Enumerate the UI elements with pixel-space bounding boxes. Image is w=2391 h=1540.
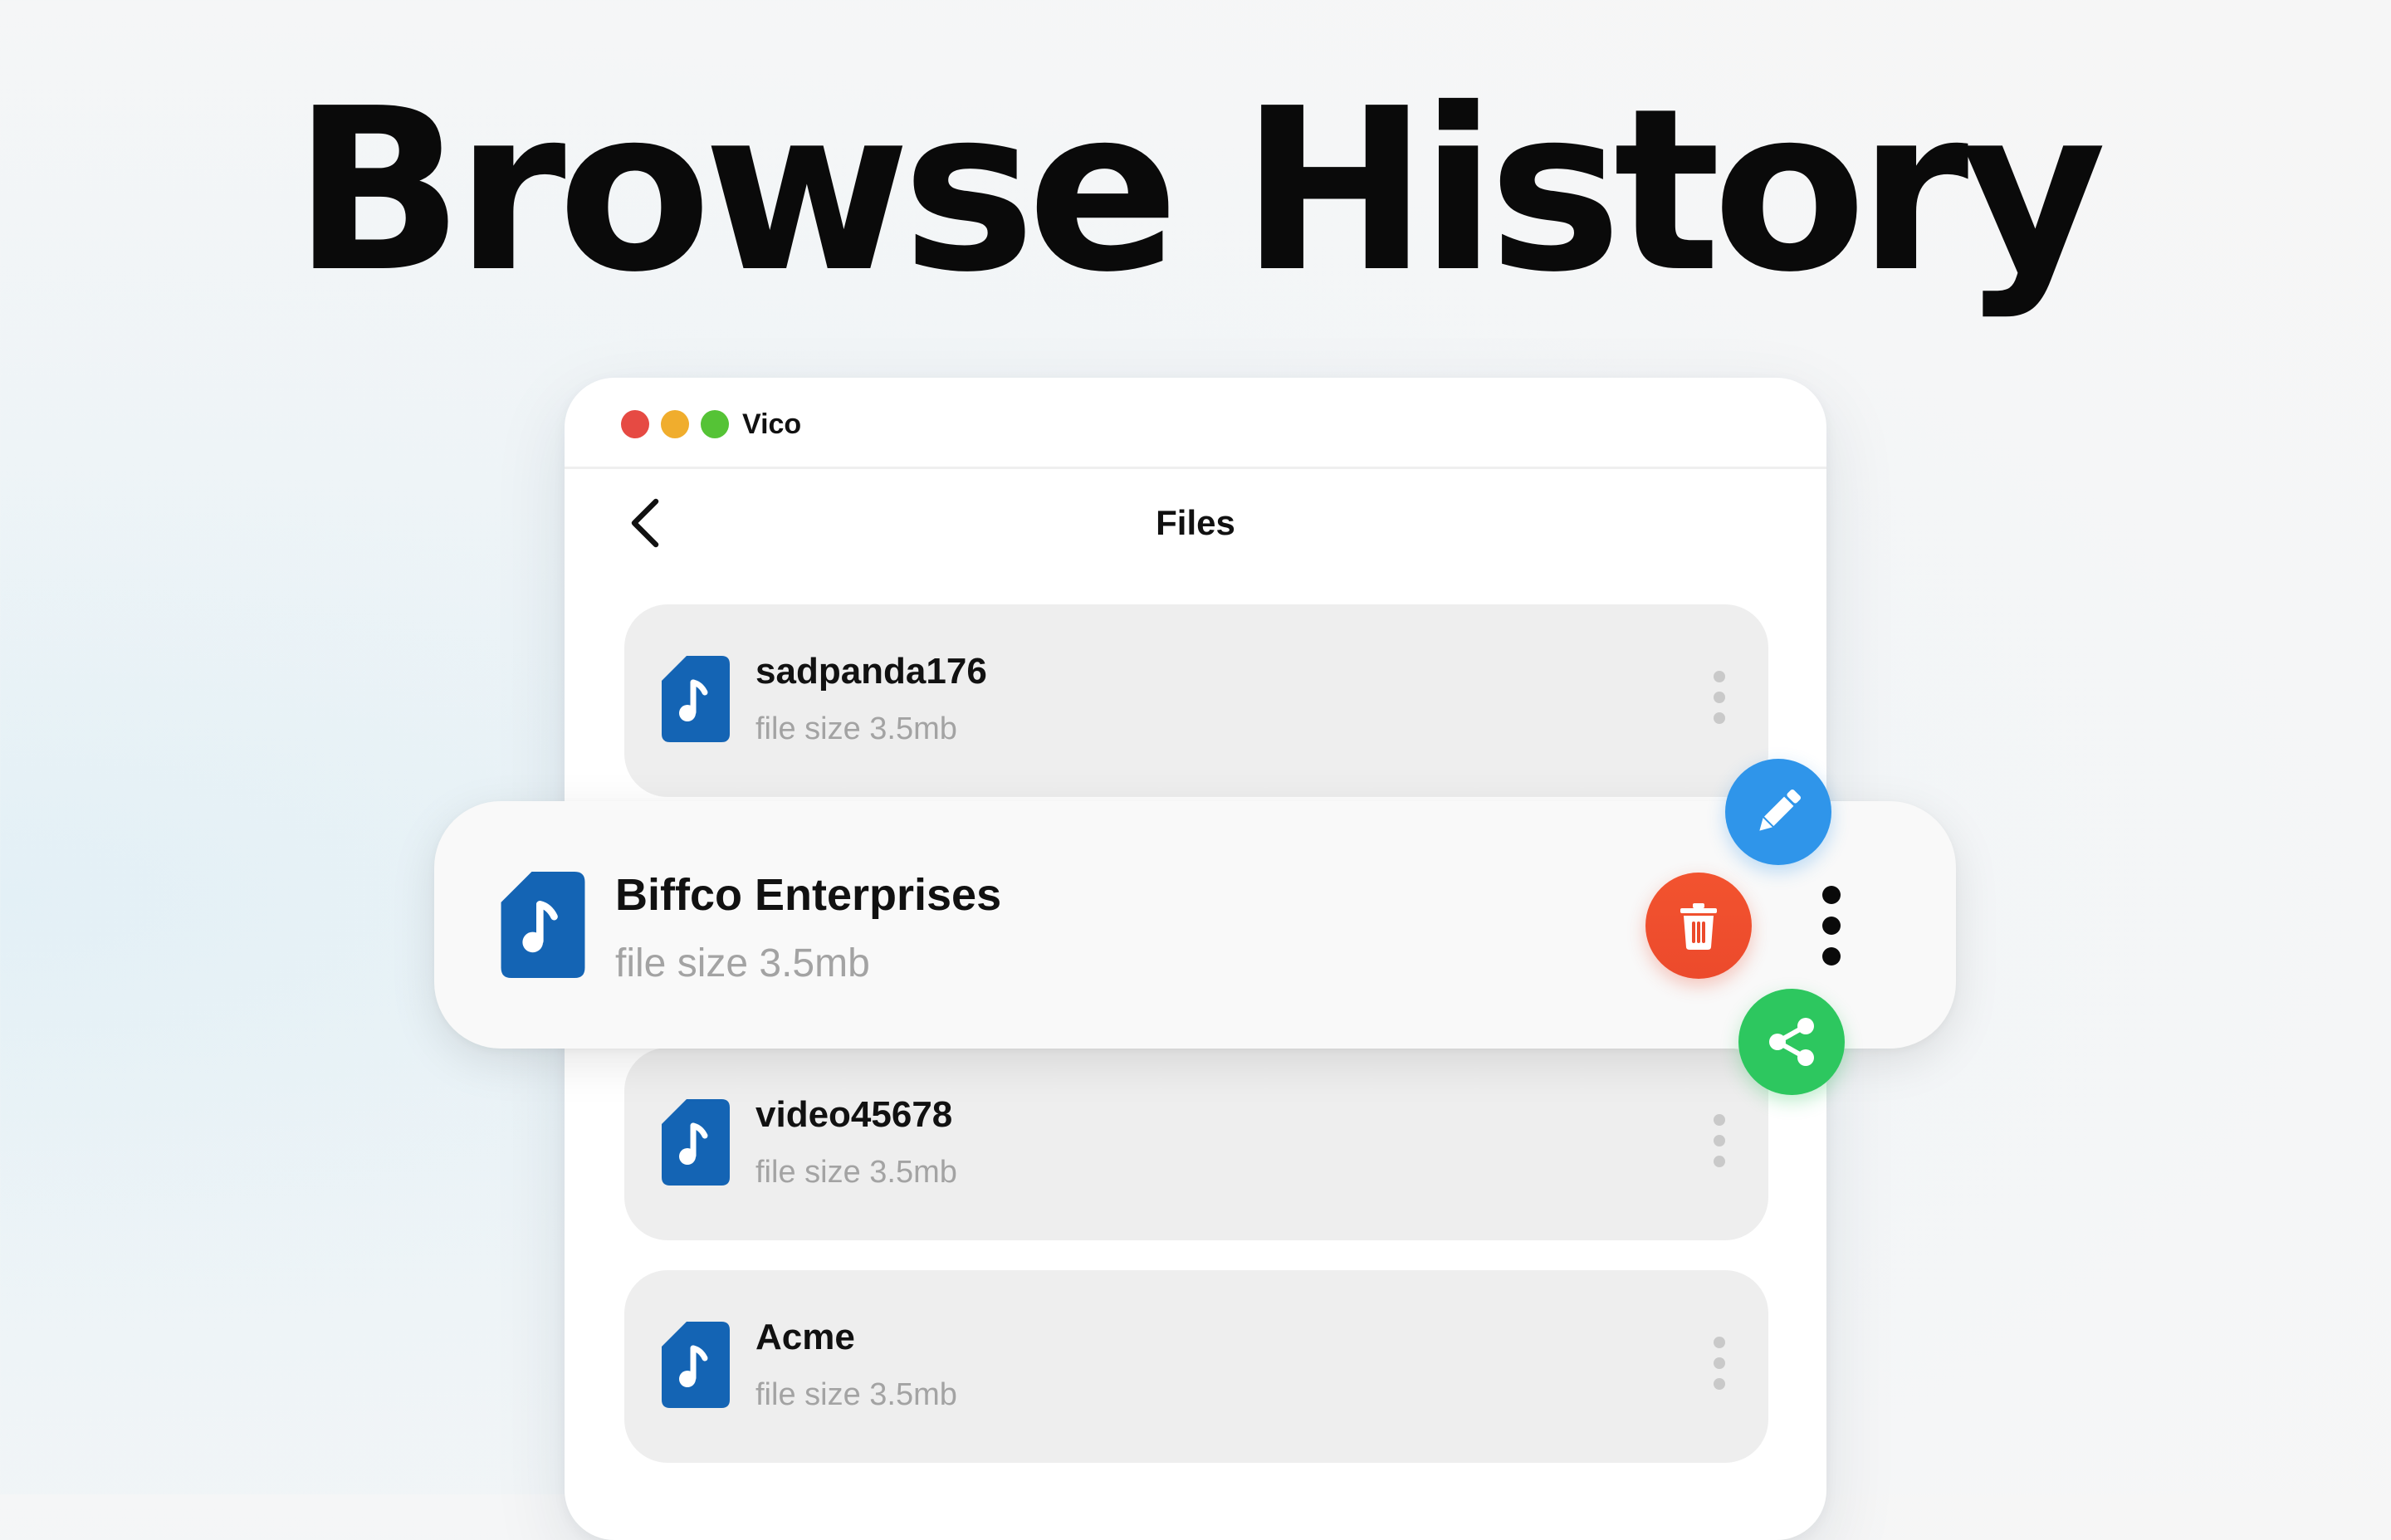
file-list-item[interactable]: Acme file size 3.5mb bbox=[624, 1270, 1768, 1463]
maximize-window-button[interactable] bbox=[701, 410, 729, 438]
edit-button[interactable] bbox=[1725, 759, 1831, 865]
close-window-button[interactable] bbox=[621, 410, 649, 438]
file-list-item[interactable]: sadpanda176 file size 3.5mb bbox=[624, 604, 1768, 797]
more-options-button[interactable] bbox=[1707, 1337, 1732, 1396]
more-options-button[interactable] bbox=[1816, 886, 1846, 966]
file-name: sadpanda176 bbox=[755, 651, 987, 692]
minimize-window-button[interactable] bbox=[661, 410, 689, 438]
headline: Browse History bbox=[292, 60, 2107, 321]
trash-icon bbox=[1680, 903, 1717, 950]
app-name: Vico bbox=[742, 408, 802, 440]
file-name: Acme bbox=[755, 1317, 855, 1357]
page-title: Files bbox=[1156, 503, 1235, 542]
title-bar: Vico bbox=[565, 378, 1826, 469]
file-size: file size 3.5mb bbox=[615, 941, 870, 985]
music-file-icon bbox=[662, 1322, 730, 1408]
music-file-icon bbox=[501, 872, 585, 978]
file-list-item[interactable]: video45678 file size 3.5mb bbox=[624, 1048, 1768, 1240]
share-button[interactable] bbox=[1738, 989, 1845, 1095]
delete-button[interactable] bbox=[1645, 873, 1752, 979]
file-size: file size 3.5mb bbox=[755, 711, 957, 746]
music-file-icon bbox=[662, 1099, 730, 1186]
pencil-icon bbox=[1759, 789, 1802, 831]
more-options-button[interactable] bbox=[1707, 1114, 1732, 1174]
file-size: file size 3.5mb bbox=[755, 1377, 957, 1412]
more-options-button[interactable] bbox=[1707, 671, 1732, 731]
file-size: file size 3.5mb bbox=[755, 1155, 957, 1190]
music-file-icon bbox=[662, 656, 730, 742]
file-name: video45678 bbox=[755, 1094, 953, 1135]
file-name: Biffco Enterprises bbox=[615, 870, 1002, 920]
share-icon bbox=[1769, 1018, 1814, 1066]
